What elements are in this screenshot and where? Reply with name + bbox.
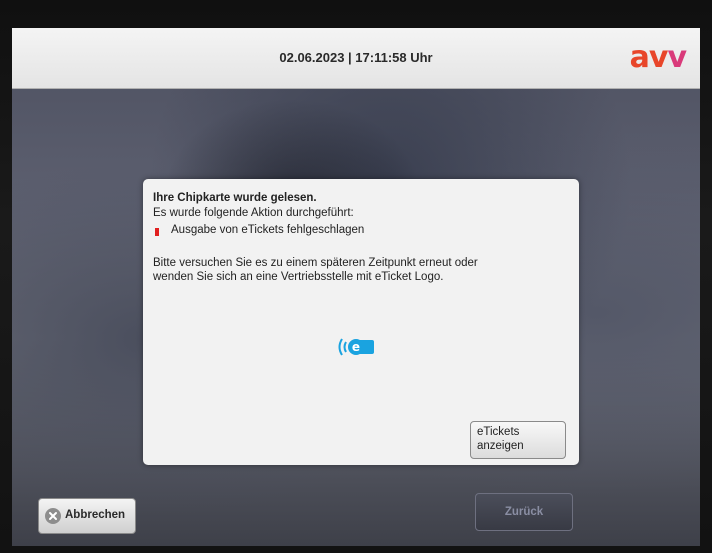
svg-text:e: e: [352, 340, 360, 354]
cancel-button[interactable]: Abbrechen: [38, 498, 136, 534]
cancel-button-label: Abbrechen: [65, 509, 126, 521]
show-etickets-label-1: eTickets: [477, 426, 520, 438]
close-icon: [45, 508, 61, 524]
result-dialog: Ihre Chipkarte wurde gelesen. Es wurde f…: [143, 179, 579, 465]
dialog-title: Ihre Chipkarte wurde gelesen.: [153, 192, 317, 204]
status-text: Ausgabe von eTickets fehlgeschlagen: [171, 224, 365, 236]
message-line-2: wenden Sie sich an eine Vertriebsstelle …: [153, 271, 444, 283]
header-bar: 02.06.2023 | 17:11:58 Uhr avv: [12, 28, 700, 89]
date-time: 02.06.2023 | 17:11:58 Uhr: [279, 50, 433, 65]
show-etickets-label-2: anzeigen: [477, 440, 524, 452]
eticket-icon: e: [336, 335, 376, 359]
dialog-action-line: Es wurde folgende Aktion durchgeführt:: [153, 207, 354, 219]
show-etickets-button[interactable]: eTickets anzeigen: [470, 421, 566, 459]
message-line-1: Bitte versuchen Sie es zu einem späteren…: [153, 257, 478, 269]
kiosk-screen: 02.06.2023 | 17:11:58 Uhr avv Ihre Chipk…: [12, 28, 700, 546]
error-status-icon: [155, 228, 159, 236]
back-button[interactable]: Zurück: [475, 493, 573, 531]
avv-logo: avv: [629, 40, 687, 75]
dialog-message: Bitte versuchen Sie es zu einem späteren…: [153, 256, 563, 284]
